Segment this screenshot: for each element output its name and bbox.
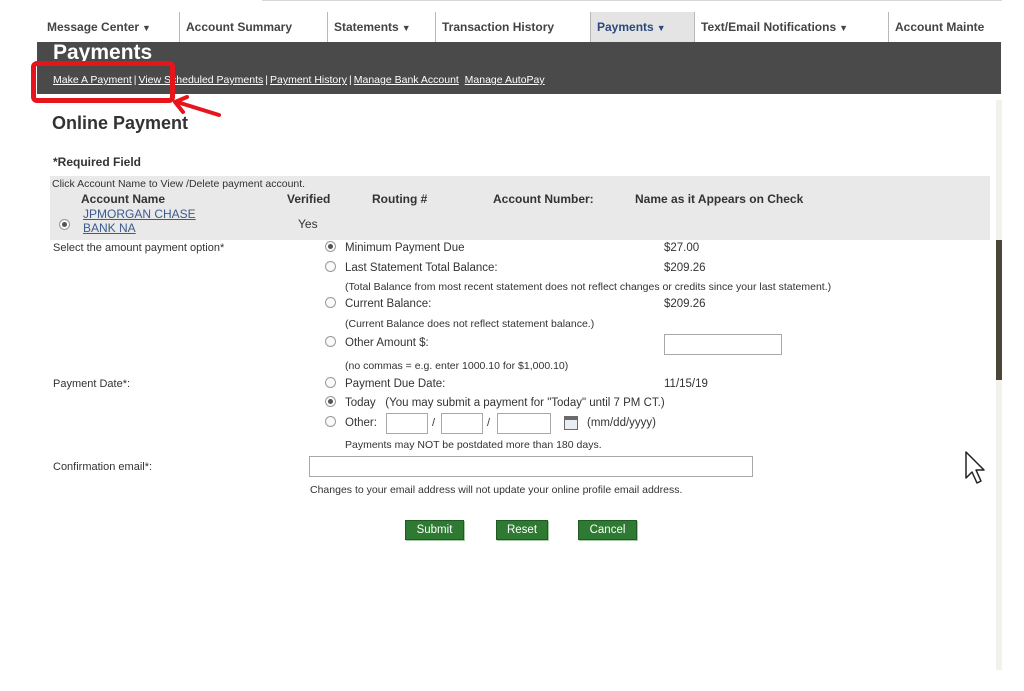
date-format-hint: (mm/dd/yyyy): [587, 417, 656, 429]
minimum-payment-amount: $27.00: [664, 242, 700, 254]
radio-today[interactable]: [325, 396, 336, 408]
last-statement-amount: $209.26: [664, 262, 706, 274]
calendar-icon[interactable]: [564, 416, 578, 430]
cancel-button[interactable]: Cancel: [578, 520, 637, 540]
radio-other-date[interactable]: [325, 416, 336, 428]
top-nav: Message Center ▼ Account Summary Statemen…: [41, 12, 1024, 42]
tab-transaction-history[interactable]: Transaction History: [436, 12, 591, 42]
chevron-down-icon: ▼: [401, 23, 411, 33]
option-current-balance[interactable]: Current Balance:: [325, 297, 432, 310]
date-separator: /: [487, 417, 491, 429]
option-label: Other:: [345, 417, 377, 429]
required-field-note: *Required Field: [53, 155, 142, 169]
today-note: (You may submit a payment for "Today" un…: [385, 397, 665, 409]
payments-header: Payments Make A Payment | View Scheduled P…: [37, 42, 1001, 94]
page-title: Online Payment: [52, 113, 189, 133]
date-separator: /: [432, 417, 436, 429]
radio-payment-due-date[interactable]: [325, 377, 336, 389]
last-statement-note: (Total Balance from most recent statemen…: [345, 281, 832, 293]
other-amount-input[interactable]: [664, 334, 782, 355]
option-minimum-payment[interactable]: Minimum Payment Due: [325, 241, 465, 254]
tab-label: Statements: [334, 20, 399, 34]
account-hint: Click Account Name to View /Delete payme…: [52, 178, 306, 190]
col-name-on-check: Name as it Appears on Check: [635, 192, 804, 206]
postdate-note: Payments may NOT be postdated more than …: [345, 439, 602, 451]
tab-account-maintenance[interactable]: Account Mainte: [889, 12, 1024, 42]
tab-message-center[interactable]: Message Center ▼: [41, 12, 180, 42]
other-date-year-input[interactable]: [497, 413, 551, 434]
chevron-down-icon: ▼: [142, 23, 151, 33]
subnav-separator: |: [349, 74, 352, 86]
current-balance-note: (Current Balance does not reflect statem…: [345, 318, 595, 330]
tab-text-email-notifications[interactable]: Text/Email Notifications ▼: [695, 12, 889, 42]
col-verified: Verified: [287, 192, 331, 206]
option-other-amount[interactable]: Other Amount $:: [325, 336, 429, 349]
confirmation-email-label: Confirmation email*:: [53, 461, 153, 473]
radio-other-amount[interactable]: [325, 336, 336, 348]
top-divider: [262, 0, 1002, 1]
tab-statements[interactable]: Statements ▼: [328, 12, 436, 42]
option-label: Current Balance:: [345, 298, 432, 310]
option-label: Last Statement Total Balance:: [345, 262, 498, 274]
highlight-box: [31, 61, 175, 103]
col-routing: Routing #: [372, 192, 428, 206]
option-last-statement-balance[interactable]: Last Statement Total Balance:: [325, 261, 498, 274]
radio-current-balance[interactable]: [325, 297, 336, 309]
other-date-month-input[interactable]: [386, 413, 428, 434]
option-label: Today: [345, 397, 376, 409]
payment-account-panel: Click Account Name to View /Delete payme…: [50, 176, 990, 240]
reset-button[interactable]: Reset: [496, 520, 548, 540]
email-change-note: Changes to your email address will not u…: [310, 484, 683, 496]
right-edge-strip: [996, 100, 1002, 670]
tab-label: Message Center: [47, 20, 140, 34]
chevron-down-icon: ▼: [656, 23, 666, 33]
option-label: Payment Due Date:: [345, 378, 446, 390]
option-label: Other Amount $:: [345, 337, 429, 349]
amount-option-label: Select the amount payment option*: [53, 242, 225, 254]
payment-history-link[interactable]: Payment History: [270, 74, 347, 86]
payment-date-label: Payment Date*:: [53, 378, 131, 390]
option-other-date[interactable]: Other:: [325, 416, 377, 429]
tab-label: Transaction History: [442, 20, 555, 34]
tab-account-summary[interactable]: Account Summary: [180, 12, 328, 42]
tab-label: Payments: [597, 20, 654, 34]
account-name-link[interactable]: JPMORGAN CHASE BANK NA: [83, 207, 223, 235]
manage-bank-account-link[interactable]: Manage Bank Account: [354, 74, 459, 86]
submit-button[interactable]: Submit: [405, 520, 464, 540]
payment-due-date-value: 11/15/19: [664, 378, 708, 390]
other-amount-note: (no commas = e.g. enter 1000.10 for $1,0…: [345, 360, 569, 372]
mouse-cursor-icon: [965, 451, 985, 484]
tab-label: Account Summary: [186, 20, 293, 34]
col-account-number: Account Number:: [493, 192, 594, 206]
tab-label: Account Mainte: [895, 20, 985, 34]
account-radio[interactable]: [59, 219, 70, 230]
account-verified-value: Yes: [298, 217, 318, 231]
confirmation-email-input[interactable]: [309, 456, 753, 477]
chevron-down-icon: ▼: [839, 23, 849, 33]
account-name-line2: BANK NA: [83, 221, 136, 235]
other-date-day-input[interactable]: [441, 413, 483, 434]
manage-autopay-link[interactable]: Manage AutoPay: [465, 74, 545, 86]
option-label: Minimum Payment Due: [345, 242, 465, 254]
radio-last-statement-balance[interactable]: [325, 261, 336, 273]
col-account-name: Account Name: [81, 192, 166, 206]
current-balance-amount: $209.26: [664, 298, 706, 310]
right-edge-image: [996, 240, 1002, 380]
tab-label: Text/Email Notifications: [701, 20, 837, 34]
radio-minimum-payment[interactable]: [325, 241, 336, 253]
option-payment-due-date[interactable]: Payment Due Date:: [325, 377, 446, 390]
option-today[interactable]: Today (You may submit a payment for "Tod…: [325, 396, 665, 409]
subnav-separator: |: [265, 74, 268, 86]
tab-payments[interactable]: Payments ▼: [591, 12, 695, 42]
account-name-line1: JPMORGAN CHASE: [83, 207, 196, 221]
